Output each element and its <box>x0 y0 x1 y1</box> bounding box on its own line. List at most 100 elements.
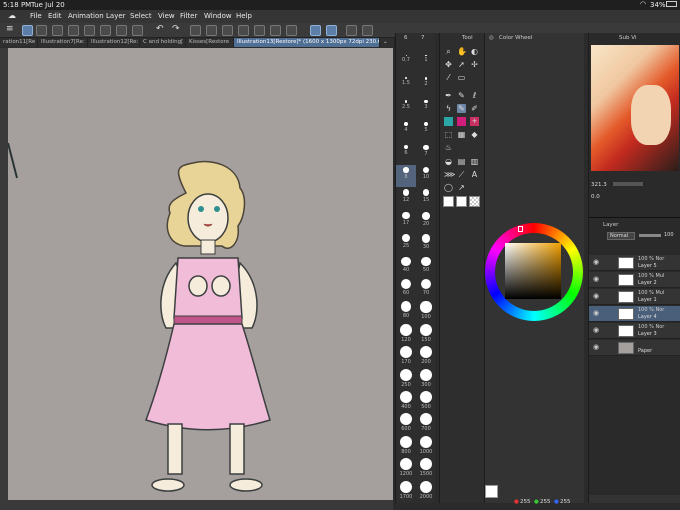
brush-size-option[interactable]: 2 <box>416 75 436 97</box>
zoom-tool-icon[interactable]: ⌕ <box>444 47 453 56</box>
brush-size-option[interactable]: 2.5 <box>396 98 416 120</box>
color-wheel[interactable] <box>485 223 583 321</box>
magenta-tool-icon[interactable] <box>457 117 466 126</box>
redo-icon[interactable]: ↷ <box>172 25 183 36</box>
fill-tool-icon[interactable]: ♨ <box>444 143 453 152</box>
rotate-tool-icon[interactable]: ◐ <box>470 47 479 56</box>
layer-row[interactable]: ◉ 100 % Mul Layer 2 <box>589 272 680 288</box>
brush-size-option[interactable]: 4 <box>396 120 416 142</box>
plus-tool-icon[interactable]: + <box>470 117 479 126</box>
angle-value[interactable]: 0.0 <box>591 194 600 200</box>
brush-size-option[interactable]: 10 <box>416 165 436 187</box>
zoom-value[interactable]: 321.3 <box>591 182 607 188</box>
print-button[interactable] <box>116 25 127 36</box>
brush-size-option[interactable]: 5 <box>416 120 436 142</box>
batch-button[interactable] <box>132 25 143 36</box>
select-all-button[interactable] <box>270 25 281 36</box>
brush-size-option[interactable]: 400 <box>396 389 416 411</box>
transform-button[interactable] <box>222 25 233 36</box>
current-color-swatch[interactable] <box>485 485 498 498</box>
brush-size-option[interactable]: 15 <box>416 187 436 209</box>
layer-row[interactable]: ◉ 100 % Nor Layer 5 <box>589 255 680 271</box>
eye-icon[interactable]: ◉ <box>593 293 601 300</box>
hand-tool-icon[interactable]: ✋ <box>457 47 467 56</box>
brush-size-option[interactable]: 250 <box>396 367 416 389</box>
tab-document[interactable]: Illustration12[Re: <box>88 38 140 47</box>
brush-size-option[interactable]: 500 <box>416 389 436 411</box>
sub-color-swatch[interactable] <box>456 196 467 207</box>
blend-mode-select[interactable]: Normal <box>607 232 635 240</box>
blend-tool-icon[interactable]: ⬚ <box>444 130 453 139</box>
zoom-slider[interactable] <box>613 182 643 186</box>
app-icon[interactable]: ☁ <box>8 11 16 20</box>
tab-active-document[interactable]: Illustration13[Restore]* (1600 x 1300px … <box>234 38 380 47</box>
brush-size-option[interactable]: 7 <box>416 143 436 165</box>
brush-size-option[interactable]: 170 <box>396 344 416 366</box>
grid-snap-button[interactable] <box>346 25 357 36</box>
new-file-button[interactable] <box>52 25 63 36</box>
brush-panel-tab-6[interactable]: 6 <box>404 35 408 41</box>
opacity-slider[interactable] <box>639 234 661 237</box>
eye-icon[interactable]: ◉ <box>593 276 601 283</box>
companion-button[interactable] <box>36 25 47 36</box>
clear-button[interactable] <box>190 25 201 36</box>
ruler-button[interactable] <box>362 25 373 36</box>
tab-document[interactable]: C and holding[ <box>140 38 186 47</box>
fill-button[interactable] <box>206 25 217 36</box>
brush-tool-icon[interactable]: ℓ <box>470 91 479 100</box>
menu-animation[interactable]: Animation <box>68 12 104 20</box>
brush-size-option[interactable]: 60 <box>396 277 416 299</box>
balloon-tool-icon[interactable]: ◯ <box>444 183 453 192</box>
hue-marker[interactable] <box>518 226 523 232</box>
figure-tool-icon[interactable]: ▤ <box>457 157 466 166</box>
sub-view-tab[interactable]: Sub Vi <box>619 35 636 41</box>
object-tool-icon[interactable]: ➚ <box>457 60 466 69</box>
brush-size-option[interactable]: 700 <box>416 411 436 433</box>
pencil-tool-icon[interactable]: ✎ <box>457 91 466 100</box>
brush-size-option[interactable]: 1.5 <box>396 75 416 97</box>
drawing-canvas[interactable] <box>7 48 393 500</box>
quick-access-button[interactable] <box>22 25 33 36</box>
ruler-snap-button[interactable] <box>310 25 321 36</box>
brush-size-option[interactable]: 70 <box>416 277 436 299</box>
open-button[interactable] <box>68 25 79 36</box>
invert-selection-button[interactable] <box>254 25 265 36</box>
undo-icon[interactable]: ↶ <box>156 25 167 36</box>
opacity-value[interactable]: 100 <box>664 232 674 238</box>
eye-icon[interactable]: ◉ <box>593 259 601 266</box>
brush-size-option[interactable]: 17 <box>396 210 416 232</box>
color-saturation-square[interactable] <box>505 243 561 299</box>
text-tool-icon[interactable]: A <box>470 170 479 179</box>
brush-size-option[interactable]: 6 <box>396 143 416 165</box>
move-tool-icon[interactable]: ✥ <box>444 60 453 69</box>
eye-icon[interactable]: ◉ <box>593 310 601 317</box>
brush-size-option[interactable]: 8 <box>396 165 416 187</box>
layer-row[interactable]: ◉ 100 % Nor Layer 3 <box>589 323 680 339</box>
layer-row[interactable]: ◉ Paper <box>589 340 680 356</box>
special-ruler-snap-button[interactable] <box>326 25 337 36</box>
layer-row[interactable]: ◉ 100 % Mul Layer 1 <box>589 289 680 305</box>
brush-size-option[interactable]: 2000 <box>416 479 436 501</box>
brush-size-option[interactable]: 12 <box>396 187 416 209</box>
menu-layer[interactable]: Layer <box>106 12 126 20</box>
tabs-dropdown-icon[interactable]: ⌄ <box>380 38 395 47</box>
save-button[interactable] <box>84 25 95 36</box>
brush-size-option[interactable]: 100 <box>416 299 436 321</box>
brush-size-option[interactable]: 30 <box>416 232 436 254</box>
brush-size-option[interactable]: 1700 <box>396 479 416 501</box>
frame-tool-icon[interactable]: ▥ <box>470 157 479 166</box>
deselect-button[interactable] <box>238 25 249 36</box>
tab-document[interactable]: Illustration7[Re: <box>38 38 88 47</box>
brush-size-option[interactable]: 600 <box>396 411 416 433</box>
brush-size-option[interactable]: 150 <box>416 322 436 344</box>
menu-select[interactable]: Select <box>130 12 152 20</box>
eraser-tool-icon[interactable]: ◆ <box>470 130 479 139</box>
hamburger-icon[interactable]: ≡ <box>6 25 17 36</box>
brush-panel-tab-7[interactable]: 7 <box>421 35 425 41</box>
brush-size-option[interactable]: 1200 <box>396 456 416 478</box>
pen-tool-icon[interactable]: ✒ <box>444 91 453 100</box>
eye-icon[interactable]: ◉ <box>593 327 601 334</box>
selection-tool-icon[interactable]: ▭ <box>457 73 466 82</box>
brush-size-option[interactable]: 50 <box>416 255 436 277</box>
brush-size-option[interactable]: 40 <box>396 255 416 277</box>
